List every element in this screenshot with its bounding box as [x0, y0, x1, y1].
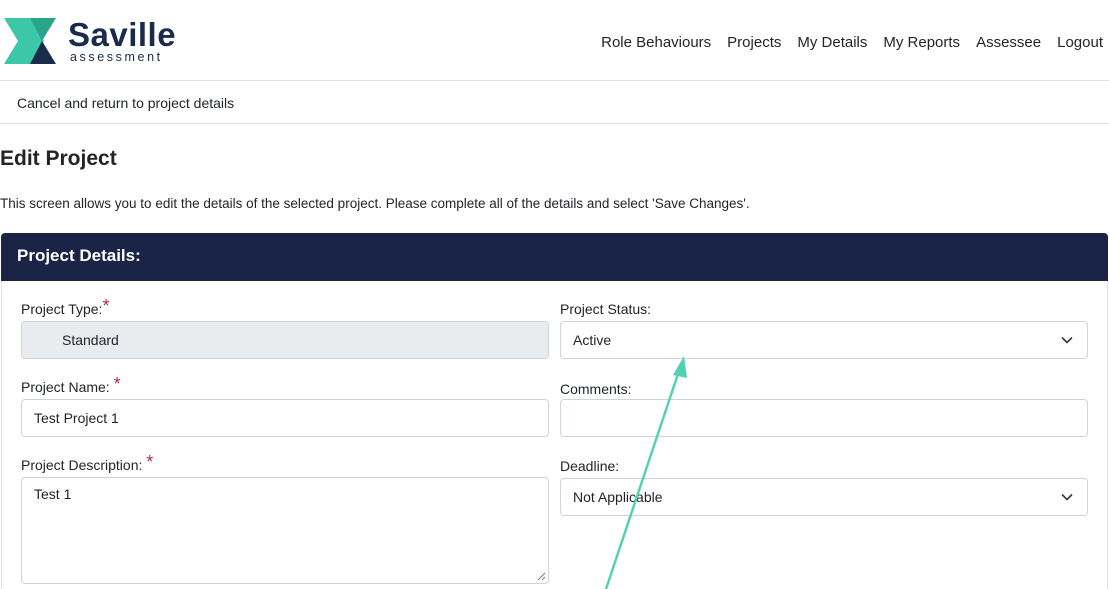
project-name-input[interactable]: Test Project 1 [21, 399, 549, 437]
deadline-value: Not Applicable [573, 489, 663, 505]
project-status-value: Active [573, 332, 612, 348]
project-type-value: Standard [62, 332, 119, 348]
comments-input[interactable] [560, 399, 1088, 437]
project-name-label: Project Name: * [21, 374, 121, 400]
required-marker: * [113, 374, 121, 394]
project-description-textarea[interactable]: Test 1 [21, 477, 549, 584]
saville-logo-mark-icon [4, 18, 56, 64]
top-navbar: Saville assessment Role Behaviours Proje… [0, 0, 1109, 81]
brand-tagline: assessment [70, 50, 163, 64]
nav-my-details[interactable]: My Details [797, 33, 867, 53]
required-marker: * [146, 452, 154, 472]
project-status-label: Project Status: [560, 301, 652, 317]
chevron-down-icon [1061, 336, 1073, 344]
cancel-return-link[interactable]: Cancel and return to project details [17, 95, 234, 111]
sub-navbar: Cancel and return to project details [0, 81, 1109, 124]
chevron-down-icon [1061, 493, 1073, 501]
project-description-value: Test 1 [34, 486, 72, 502]
page-intro: This screen allows you to edit the detai… [0, 196, 750, 211]
nav-role-behaviours[interactable]: Role Behaviours [601, 33, 711, 53]
panel-title: Project Details: [17, 246, 141, 265]
resize-handle-icon[interactable] [537, 572, 546, 581]
panel-header: Project Details: [1, 233, 1108, 281]
project-status-select[interactable]: Active [560, 321, 1088, 359]
comments-label: Comments: [560, 381, 632, 397]
required-marker: * [102, 296, 110, 316]
project-type-label-text: Project Type: [21, 301, 103, 317]
deadline-select[interactable]: Not Applicable [560, 478, 1088, 516]
page-title: Edit Project [0, 147, 117, 170]
project-type-label: Project Type:* [21, 296, 109, 322]
project-name-label-text: Project Name: [21, 379, 110, 395]
project-description-label: Project Description: * [21, 452, 153, 478]
project-name-value: Test Project 1 [34, 410, 119, 426]
nav-assessee[interactable]: Assessee [976, 33, 1041, 53]
nav-my-reports[interactable]: My Reports [883, 33, 960, 53]
nav-logout[interactable]: Logout [1057, 33, 1103, 53]
saville-logo[interactable]: Saville assessment [4, 14, 176, 66]
deadline-label: Deadline: [560, 458, 620, 474]
project-type-field: Standard [21, 321, 549, 359]
nav-projects[interactable]: Projects [727, 33, 781, 53]
project-description-label-text: Project Description: [21, 457, 143, 473]
main-nav: Role Behaviours Projects My Details My R… [601, 33, 1103, 53]
